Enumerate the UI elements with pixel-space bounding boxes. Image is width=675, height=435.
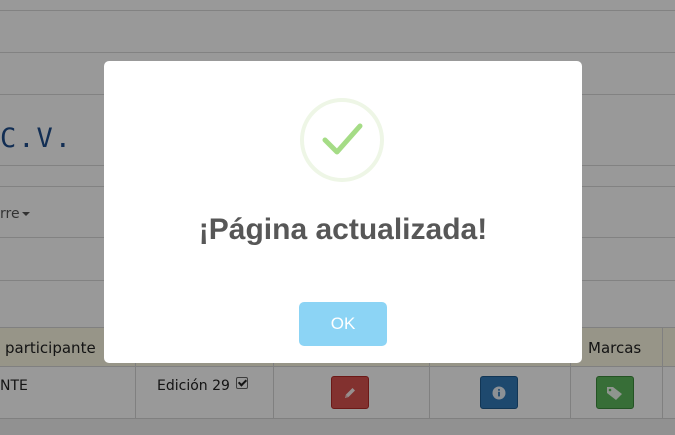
alert-dialog: ¡Página actualizada! OK xyxy=(104,61,582,363)
checkmark-icon xyxy=(322,123,363,155)
ok-button[interactable]: OK xyxy=(299,302,387,346)
success-check-icon xyxy=(300,98,384,182)
dialog-title: ¡Página actualizada! xyxy=(198,213,488,246)
